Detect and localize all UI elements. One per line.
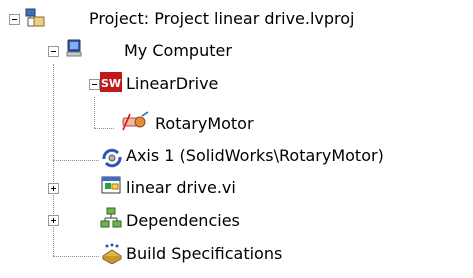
project-tree: Project: Project linear drive.lvproj My …: [0, 0, 473, 278]
tree-item-label: RotaryMotor: [155, 114, 254, 133]
tree-item-label: Project: Project linear drive.lvproj: [89, 9, 355, 28]
tree-line: [53, 256, 99, 257]
tree-line: [94, 128, 114, 129]
tree-item-label: Axis 1 (SolidWorks\RotaryMotor): [126, 146, 384, 165]
tree-item-label: linear drive.vi: [126, 178, 236, 197]
axis-icon: [102, 148, 122, 168]
svg-text:SW: SW: [101, 77, 121, 90]
tree-item-label: LinearDrive: [126, 74, 219, 93]
build-icon: [102, 243, 122, 264]
tree-item-label: My Computer: [124, 41, 232, 60]
project-icon: [25, 8, 45, 27]
vi-icon: [101, 176, 121, 194]
tree-line: [94, 97, 95, 128]
collapse-toggle[interactable]: [89, 79, 100, 90]
motor-icon: [122, 111, 149, 131]
expand-toggle[interactable]: [48, 183, 59, 194]
computer-icon: [66, 39, 82, 57]
solidworks-icon: SW: [100, 72, 122, 92]
tree-item-label: Build Specifications: [126, 244, 283, 263]
collapse-toggle[interactable]: [9, 14, 20, 25]
tree-item-label: Dependencies: [126, 211, 240, 230]
collapse-toggle[interactable]: [48, 46, 59, 57]
dependencies-icon: [100, 207, 122, 228]
expand-toggle[interactable]: [48, 215, 59, 226]
tree-line: [53, 160, 99, 161]
